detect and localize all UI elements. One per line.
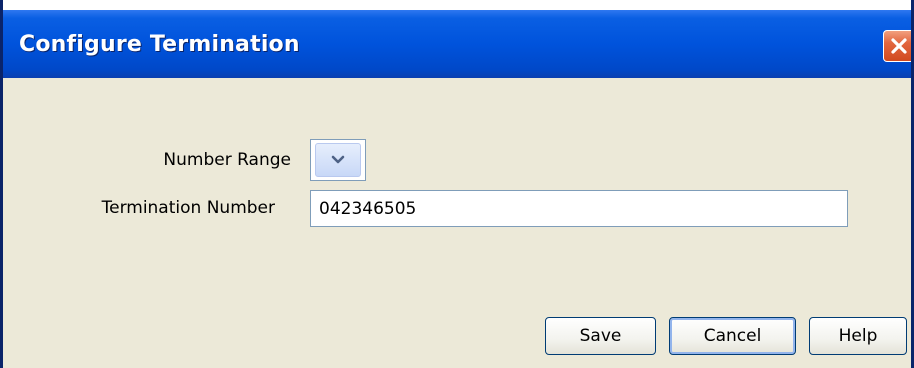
dialog-body: Number Range Termination Number Save Can… (3, 78, 911, 368)
cancel-button[interactable]: Cancel (669, 317, 796, 355)
window-top-edge (3, 0, 911, 10)
help-button[interactable]: Help (809, 317, 907, 355)
number-range-select[interactable] (310, 139, 366, 181)
title-bar[interactable]: Configure Termination (3, 10, 911, 78)
dropdown-button[interactable] (315, 143, 361, 177)
termination-number-field[interactable] (310, 190, 848, 227)
close-button[interactable] (883, 30, 911, 62)
save-button[interactable]: Save (545, 317, 656, 355)
termination-number-label: Termination Number (101, 198, 275, 218)
dialog-title: Configure Termination (19, 32, 300, 57)
close-icon (891, 38, 907, 54)
number-range-label: Number Range (163, 150, 291, 170)
configure-termination-dialog: Configure Termination Number Range Termi… (0, 0, 914, 368)
chevron-down-icon (331, 155, 345, 164)
